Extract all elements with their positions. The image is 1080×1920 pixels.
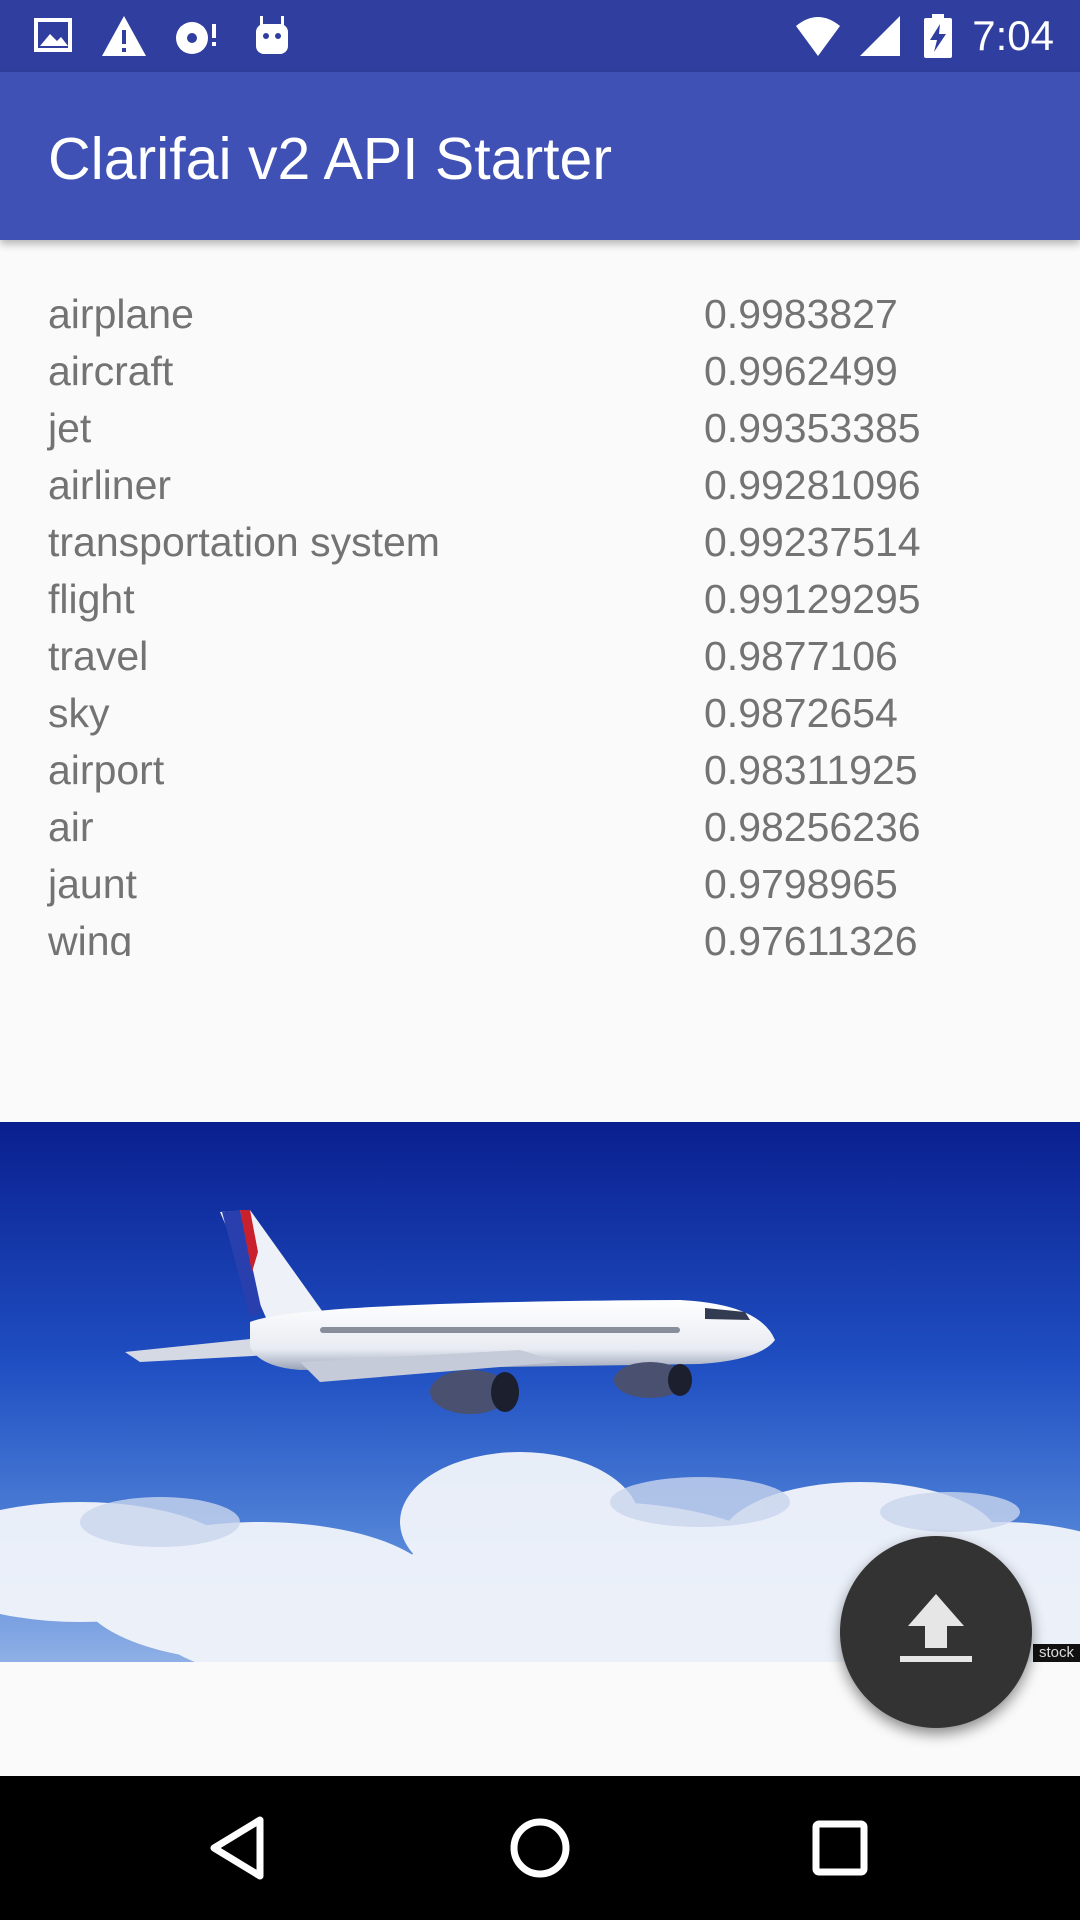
concept-label: airport: [48, 747, 165, 793]
result-row: jaunt 0.9798965: [0, 856, 1080, 913]
upload-icon: [900, 1594, 972, 1662]
concept-score: 0.98311925: [704, 747, 918, 793]
concept-score: 0.99353385: [704, 405, 921, 451]
concept-label: jaunt: [48, 861, 137, 907]
app-bar: Clarifai v2 API Starter: [0, 72, 1080, 240]
battery-charging-icon: [924, 14, 952, 58]
concept-score: 0.9872654: [704, 690, 898, 736]
concept-label: transportation system: [48, 519, 440, 565]
result-row: transportation system 0.99237514: [0, 514, 1080, 571]
concept-label: jet: [48, 405, 92, 451]
back-icon[interactable]: [198, 1806, 282, 1890]
wifi-icon: [796, 17, 840, 56]
result-row: flight 0.99129295: [0, 571, 1080, 628]
disc-alert-icon: [176, 22, 216, 54]
concept-label: wing: [48, 918, 133, 956]
result-row: air 0.98256236: [0, 799, 1080, 856]
result-row: sky 0.9872654: [0, 685, 1080, 742]
warning-icon: [102, 16, 146, 56]
status-time: 7:04: [972, 12, 1054, 59]
concept-score: 0.97611326: [704, 918, 918, 956]
upload-button[interactable]: [840, 1536, 1032, 1728]
concept-label: air: [48, 804, 94, 850]
home-icon[interactable]: [498, 1806, 582, 1890]
concept-label: airplane: [48, 291, 194, 337]
concept-label: travel: [48, 633, 149, 679]
concept-label: aircraft: [48, 348, 174, 394]
result-row: jet 0.99353385: [0, 400, 1080, 457]
image-watermark: stock: [1032, 1644, 1080, 1662]
result-row: airliner 0.99281096: [0, 457, 1080, 514]
result-row: airplane 0.9983827: [0, 286, 1080, 343]
concept-score: 0.9798965: [704, 861, 898, 907]
gallery-notification-icon: [34, 18, 72, 52]
recents-icon[interactable]: [798, 1806, 882, 1890]
concept-score: 0.99129295: [704, 576, 921, 622]
result-row: airport 0.98311925: [0, 742, 1080, 799]
concept-score: 0.98256236: [704, 804, 921, 850]
concept-label: sky: [48, 690, 110, 736]
app-title: Clarifai v2 API Starter: [48, 126, 612, 192]
concept-label: flight: [48, 576, 135, 622]
android-icon: [256, 16, 288, 54]
concept-score: 0.9962499: [704, 348, 898, 394]
cell-signal-icon: [860, 16, 900, 56]
result-row: aircraft 0.9962499: [0, 343, 1080, 400]
concept-score: 0.99281096: [704, 462, 921, 508]
status-bar: 7:04: [0, 0, 1080, 72]
concept-score: 0.9983827: [704, 291, 898, 337]
navigation-bar: [0, 1776, 1080, 1920]
result-row: travel 0.9877106: [0, 628, 1080, 685]
result-row: wing 0.97611326: [0, 913, 1080, 956]
results-list[interactable]: airplane 0.9983827 aircraft 0.9962499 jet 0.9…: [0, 286, 1080, 956]
concept-score: 0.99237514: [704, 519, 921, 565]
concept-score: 0.9877106: [704, 633, 898, 679]
concept-label: airliner: [48, 462, 172, 508]
